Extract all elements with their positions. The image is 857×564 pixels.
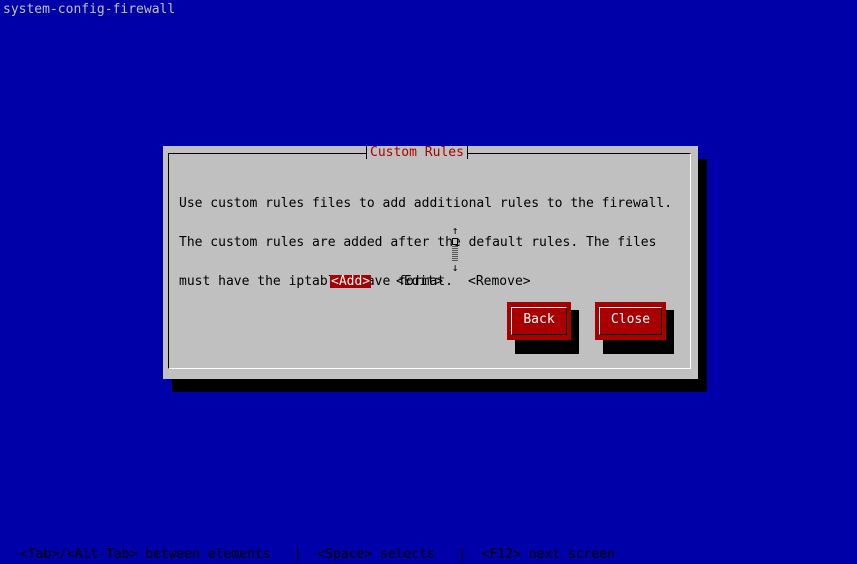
rules-list-scrollbar[interactable]: ↑ ↓ [450, 225, 460, 275]
dialog-title: Custom Rules [366, 146, 468, 159]
window-title: system-config-firewall [3, 2, 176, 17]
add-button[interactable]: <Add> [330, 275, 372, 288]
custom-rules-dialog: Custom Rules Use custom rules files to a… [163, 146, 698, 379]
back-button[interactable]: Back [507, 302, 571, 340]
back-button-label: Back [511, 307, 567, 335]
scroll-thumb[interactable] [452, 238, 458, 245]
description-line-2: The custom rules are added after the def… [179, 235, 657, 250]
description-line-1: Use custom rules files to add additional… [179, 196, 673, 211]
close-button[interactable]: Close [595, 302, 666, 340]
dialog-description: Use custom rules files to add additional… [179, 171, 672, 314]
close-button-label: Close [599, 307, 662, 335]
remove-button[interactable]: <Remove> [467, 275, 532, 288]
keyboard-help-statusbar: <Tab>/<Alt-Tab> between elements | <Spac… [20, 547, 615, 562]
edit-button[interactable]: <Edit> [395, 275, 444, 288]
scroll-down-arrow-icon[interactable]: ↓ [450, 262, 460, 273]
scroll-up-arrow-icon[interactable]: ↑ [450, 225, 460, 236]
